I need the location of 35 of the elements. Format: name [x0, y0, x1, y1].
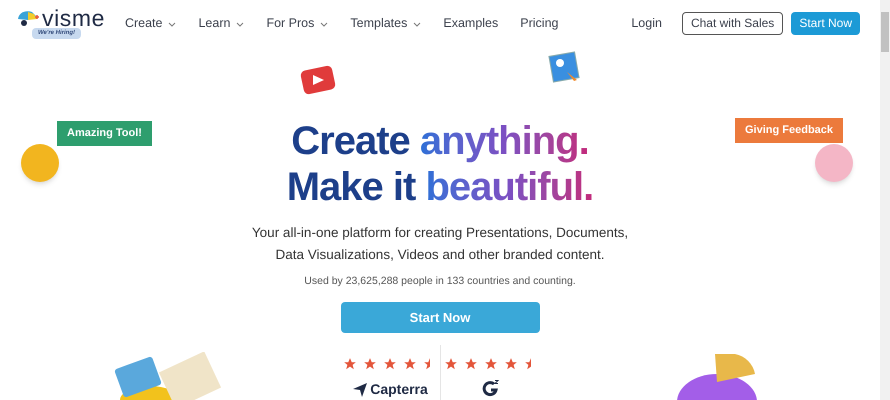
star-icon: [383, 357, 397, 371]
usage-text: Used by 23,625,288 people in 133 countries and counting.: [304, 274, 576, 290]
speech-bubble: Giving Feedback: [735, 118, 844, 142]
logo-icon: [16, 8, 40, 29]
nav-link[interactable]: Pricing: [520, 14, 558, 32]
nav-link[interactable]: Templates: [350, 14, 422, 32]
subtitle-text: Your all-in-one platform for creating Presentations, Documents,: [252, 224, 628, 242]
login-link[interactable]: Login: [631, 14, 662, 32]
speech-bubble: Amazing Tool!: [57, 121, 152, 146]
nav-link[interactable]: Examples: [443, 14, 498, 32]
star-icon: [363, 357, 377, 371]
star-icon: [343, 357, 357, 371]
star-icon: [444, 357, 458, 371]
chat-with-sales-button[interactable]: Chat with Sales: [682, 12, 784, 35]
nav-link[interactable]: Learn: [198, 14, 244, 32]
star-icon: [464, 357, 478, 371]
g2-logo-icon: [482, 379, 500, 397]
star-icon: [403, 357, 417, 371]
star-icon: [504, 357, 518, 371]
brand-name: Capterra: [370, 380, 428, 399]
scrollbar[interactable]: [880, 0, 890, 400]
avatar: [815, 144, 853, 182]
subtitle-text: Data Visualizations, Videos and other branded content.: [276, 246, 604, 264]
star-icon: [484, 357, 498, 371]
chevron-down-icon: [236, 22, 244, 27]
arrow-logo-icon: [352, 382, 368, 398]
chevron-down-icon: [168, 22, 176, 27]
nav-link[interactable]: Create: [124, 14, 176, 32]
logo-wordmark[interactable]: visme: [42, 7, 105, 30]
chevron-down-icon: [413, 22, 422, 27]
avatar: [21, 144, 59, 182]
chevron-down-icon: [320, 22, 328, 27]
nav-link[interactable]: For Pros: [266, 14, 328, 32]
half-star-icon: [524, 357, 530, 371]
half-star-icon: [423, 357, 430, 371]
